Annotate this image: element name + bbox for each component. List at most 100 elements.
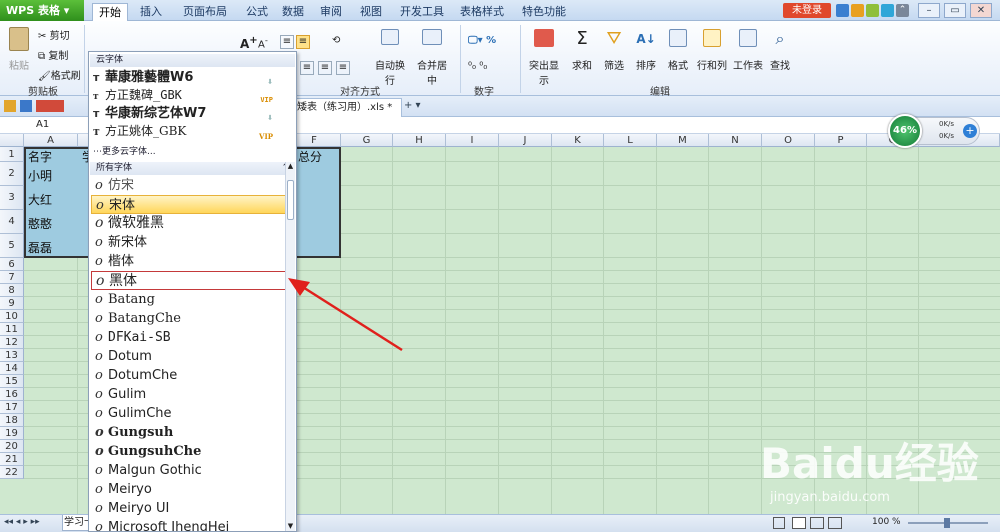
column-header[interactable]: G xyxy=(341,134,393,147)
font-item[interactable]: o Gungsuh xyxy=(91,423,287,442)
page-break-view-icon[interactable] xyxy=(828,517,842,529)
row-header[interactable]: 19 xyxy=(0,427,24,440)
cloud-font-item[interactable]: ᴛ 方正魏碑_GBK VIP xyxy=(91,86,287,105)
row-header[interactable]: 20 xyxy=(0,440,24,453)
font-item[interactable]: o Dotum xyxy=(91,347,287,366)
font-item[interactable]: o Batang xyxy=(91,290,287,309)
document-tab[interactable]: 矮表（练习用）.xls * ✕ xyxy=(292,98,402,131)
align-right-icon[interactable]: ≡ xyxy=(336,61,350,75)
row-header[interactable]: 1 xyxy=(0,147,24,162)
chevron-up-icon[interactable]: ⌃ xyxy=(896,4,909,17)
font-dropdown[interactable]: 云字体 ᴛ 華康雅藝體W6 ⬇ ᴛ 方正魏碑_GBK VIP ᴛ 华康新综艺体W7 ⬇ ᴛ方… xyxy=(88,51,297,532)
format-button[interactable]: 格式 xyxy=(664,29,692,72)
app-menu-button[interactable]: WPS 表格 ▾ xyxy=(0,0,84,21)
column-header[interactable]: K xyxy=(552,134,604,147)
font-item[interactable]: o BatangChe xyxy=(91,309,287,328)
font-item-highlighted[interactable]: o 黑体 xyxy=(91,271,287,290)
tab-data[interactable]: 数据 xyxy=(276,3,310,21)
tab-view[interactable]: 视图 xyxy=(354,3,388,21)
cell-a4[interactable]: 憨憨 xyxy=(26,215,52,232)
font-item[interactable]: o Gulim xyxy=(91,385,287,404)
column-header[interactable]: J xyxy=(499,134,552,147)
font-item[interactable]: o Meiryo UI xyxy=(91,499,287,518)
copy-button[interactable]: ⧉ 复制 xyxy=(38,47,68,62)
row-header[interactable]: 18 xyxy=(0,414,24,427)
filter-button[interactable]: ⛛ 筛选 xyxy=(600,29,628,73)
sheet-nav-icons[interactable]: ◂◂ ◂ ▸ ▸▸ xyxy=(4,517,40,527)
currency-icon[interactable]: 🖵▾ % xyxy=(468,35,496,46)
cloud-font-item[interactable]: ᴛ 方正姚体_GBK VIP xyxy=(91,122,287,141)
row-header[interactable]: 8 xyxy=(0,284,24,297)
tab-home[interactable]: 开始 xyxy=(92,3,128,21)
row-header[interactable]: 7 xyxy=(0,271,24,284)
scroll-up-icon[interactable]: ▲ xyxy=(286,162,295,172)
wrap-text-button[interactable]: 自动换行 xyxy=(372,29,408,87)
row-header[interactable]: 5 xyxy=(0,234,24,258)
select-all-corner[interactable] xyxy=(0,134,24,147)
skin-icon[interactable] xyxy=(836,4,849,17)
zoom-slider-thumb[interactable] xyxy=(944,518,950,528)
font-item[interactable]: o 仿宋 xyxy=(91,176,287,195)
font-item[interactable]: o Malgun Gothic xyxy=(91,461,287,480)
row-header[interactable]: 22 xyxy=(0,466,24,479)
bell-icon[interactable] xyxy=(851,4,864,17)
minimize-button[interactable]: – xyxy=(918,3,940,18)
normal-view-icon[interactable] xyxy=(792,517,806,529)
cell-a1[interactable]: 名字 xyxy=(26,148,52,165)
row-header[interactable]: 21 xyxy=(0,453,24,466)
tab-formulas[interactable]: 公式 xyxy=(240,3,274,21)
tab-insert[interactable]: 插入 xyxy=(134,3,168,21)
column-header[interactable]: O xyxy=(762,134,815,147)
more-cloud-fonts-link[interactable]: ⋯更多云字体... xyxy=(93,144,156,157)
font-item[interactable]: o 微软雅黑 xyxy=(91,214,287,233)
tab-review[interactable]: 审阅 xyxy=(314,3,348,21)
format-painter-button[interactable]: 🖌格式刷 xyxy=(38,67,81,82)
sort-button[interactable]: A↓ 排序 xyxy=(632,29,660,72)
cell-f1[interactable]: 总分 xyxy=(296,148,322,165)
tab-table-style[interactable]: 表格样式 xyxy=(456,3,508,21)
column-header[interactable]: H xyxy=(393,134,446,147)
font-item[interactable]: o GulimChe xyxy=(91,404,287,423)
cell-a3[interactable]: 大红 xyxy=(26,191,52,208)
cut-button[interactable]: ✂ 剪切 xyxy=(38,27,70,42)
paste-button[interactable]: 粘贴 xyxy=(6,27,32,72)
login-button[interactable]: 未登录 xyxy=(783,3,831,18)
row-header[interactable]: 2 xyxy=(0,162,24,186)
align-top-icon[interactable]: ≡ xyxy=(280,35,294,49)
memory-usage-icon[interactable]: 46% xyxy=(888,114,922,148)
decimal-icon[interactable]: ⁰₀ ⁰₀ xyxy=(468,61,487,72)
font-item-selected[interactable]: o 宋体 xyxy=(91,195,287,214)
orientation-icon[interactable]: ⟲ xyxy=(332,35,340,46)
font-item[interactable]: o 楷体 xyxy=(91,252,287,271)
font-item[interactable]: o DFKai-SB xyxy=(91,328,287,347)
align-middle-icon[interactable]: ≡ xyxy=(296,35,310,49)
name-box[interactable]: A1 xyxy=(0,117,80,133)
shrink-font-button[interactable]: A- xyxy=(258,35,268,50)
column-header[interactable]: P xyxy=(815,134,867,147)
zoom-level[interactable]: 100 % xyxy=(872,517,901,527)
grow-font-button[interactable]: A+ xyxy=(240,35,258,51)
font-item[interactable]: o GungsuhChe xyxy=(91,442,287,461)
tab-special-features[interactable]: 特色功能 xyxy=(518,3,570,21)
align-left-icon[interactable]: ≡ xyxy=(300,61,314,75)
row-header[interactable]: 17 xyxy=(0,401,24,414)
column-header[interactable]: A xyxy=(24,134,78,147)
cloud-font-item[interactable]: ᴛ 華康雅藝體W6 ⬇ xyxy=(91,68,287,87)
rows-columns-button[interactable]: 行和列 xyxy=(696,29,728,72)
row-header[interactable]: 15 xyxy=(0,375,24,388)
help-icon[interactable] xyxy=(881,4,894,17)
row-header[interactable]: 13 xyxy=(0,349,24,362)
row-header[interactable]: 16 xyxy=(0,388,24,401)
tab-developer[interactable]: 开发工具 xyxy=(396,3,448,21)
row-header[interactable]: 9 xyxy=(0,297,24,310)
tab-page-layout[interactable]: 页面布局 xyxy=(172,3,238,21)
column-header[interactable]: M xyxy=(657,134,709,147)
plus-icon[interactable]: + xyxy=(963,124,977,138)
find-button[interactable]: ⌕ 查找 xyxy=(766,29,794,72)
cloud-font-item[interactable]: ᴛ 华康新综艺体W7 ⬇ xyxy=(91,104,287,123)
merge-center-button[interactable]: 合并居中 xyxy=(414,29,450,87)
column-header[interactable]: I xyxy=(446,134,499,147)
font-item[interactable]: o Meiryo xyxy=(91,480,287,499)
restore-button[interactable]: ▭ xyxy=(944,3,966,18)
worksheet-button[interactable]: 工作表 xyxy=(732,29,764,72)
